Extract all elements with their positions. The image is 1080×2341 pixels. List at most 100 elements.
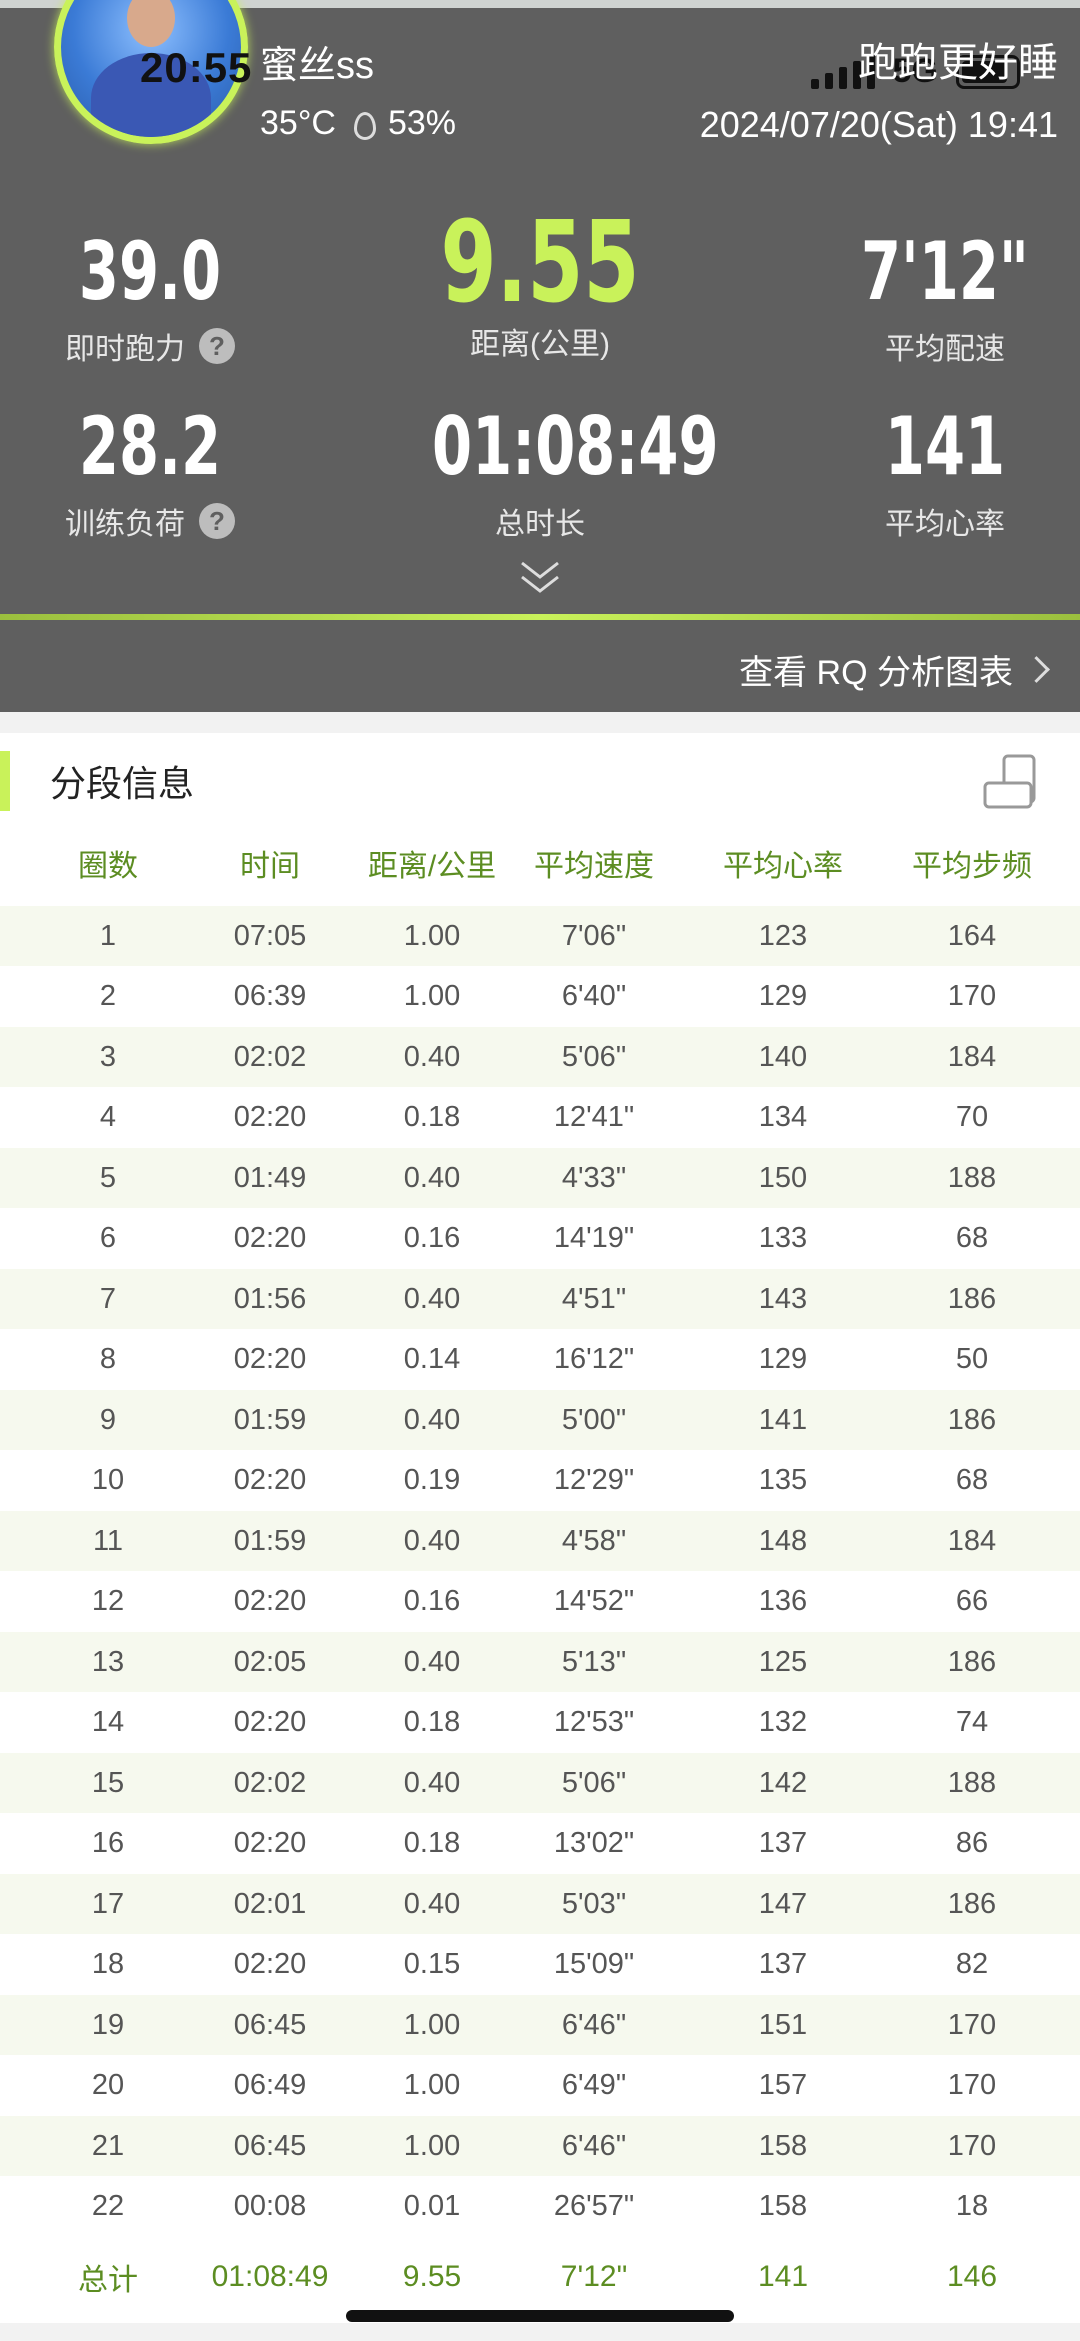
table-cell: 01:49 (233, 1161, 307, 1194)
table-cell: 150 (758, 1161, 808, 1194)
table-cell: 02:20 (233, 1827, 307, 1859)
table-cell: 147 (758, 1887, 808, 1920)
table-row: 1 07:05 1.00 7'06" 123 164 (0, 906, 1080, 966)
home-indicator[interactable] (346, 2310, 734, 2322)
table-cell: 13'02" (553, 1827, 635, 1859)
table-cell: 0.14 (403, 1343, 461, 1375)
table-cell: 12'41" (553, 1101, 635, 1133)
table-cell: 12'53" (553, 1706, 635, 1738)
run-summary-header: 20:55 5G 蜜丝ss 35°C 53% 跑跑更好睡 2024/07/20(… (0, 0, 1080, 712)
stat-value: 9.55 (440, 198, 640, 328)
table-cell: 15'09" (553, 1948, 635, 1980)
table-cell: 22 (91, 2190, 125, 2222)
chevron-right-icon (1023, 656, 1050, 683)
table-cell: 02:20 (233, 1222, 307, 1254)
table-row: 10 02:20 0.19 12'29" 135 68 (0, 1451, 1080, 1511)
table-cell: 9 (99, 1403, 117, 1436)
table-row: 3 02:02 0.40 5'06" 140 184 (0, 1027, 1080, 1087)
table-cell: 1.00 (403, 2069, 461, 2101)
column-header: 平均速度 (534, 850, 654, 883)
table-cell: 123 (758, 919, 808, 952)
title-accent-bar (0, 751, 10, 811)
table-cell: 0.40 (403, 1524, 461, 1557)
table-cell: 06:45 (233, 2008, 307, 2041)
splits-panel: 分段信息 圈数 时间 距离/公里 平均速度 平均心率 平均步频 1 07:05 1.… (0, 733, 1080, 2323)
table-cell: 146 (946, 2260, 998, 2293)
table-cell: 8 (99, 1343, 117, 1375)
table-cell: 02:05 (233, 1645, 307, 1678)
table-cell: 6'46" (561, 2129, 627, 2162)
rq-analysis-link[interactable]: 查看 RQ 分析图表 (739, 645, 1050, 694)
table-row: 14 02:20 0.18 12'53" 132 74 (0, 1693, 1080, 1753)
table-cell: 16'12" (553, 1343, 635, 1375)
column-header: 平均步频 (912, 850, 1032, 883)
chevron-down-double-icon[interactable] (518, 555, 562, 599)
table-cell: 21 (91, 2129, 125, 2162)
help-icon[interactable]: ? (199, 503, 235, 539)
header-divider (0, 614, 1080, 620)
table-cell: 143 (758, 1282, 808, 1315)
table-cell: 0.40 (403, 1645, 461, 1678)
table-cell: 02:20 (233, 1706, 307, 1738)
table-cell: 20 (91, 2069, 125, 2101)
table-cell: 70 (955, 1101, 989, 1133)
table-cell: 15 (91, 1766, 125, 1799)
table-row: 15 02:02 0.40 5'06" 142 188 (0, 1753, 1080, 1813)
run-datetime: 2024/07/20(Sat) 19:41 (699, 104, 1058, 145)
table-header: 圈数 时间 距离/公里 平均速度 平均心率 平均步频 (0, 833, 1080, 893)
table-row: 7 01:56 0.40 4'51" 143 186 (0, 1269, 1080, 1329)
table-cell: 14 (91, 1706, 125, 1738)
table-row: 6 02:20 0.16 14'19" 133 68 (0, 1209, 1080, 1269)
table-cell: 4'51" (561, 1282, 627, 1315)
stat-training-load: 28.2 训练负荷 ? (40, 400, 260, 543)
table-cell: 74 (955, 1706, 989, 1738)
table-cell: 170 (947, 980, 997, 1012)
table-cell: 06:39 (233, 980, 307, 1012)
table-cell: 1.00 (403, 2008, 461, 2041)
table-cell: 16 (91, 1827, 125, 1859)
stat-label: 平均配速 (885, 333, 1005, 366)
stat-value: 01:08:49 (432, 400, 719, 493)
table-cell: 5'13" (561, 1645, 627, 1678)
table-cell: 11 (92, 1524, 124, 1557)
table-cell: 0.16 (403, 1222, 461, 1254)
table-cell: 184 (947, 1524, 997, 1557)
table-cell: 5'06" (561, 1766, 627, 1799)
table-cell: 19 (91, 2008, 125, 2041)
table-cell: 12 (91, 1585, 125, 1617)
splits-title: 分段信息 (0, 751, 194, 811)
table-cell: 170 (947, 2008, 997, 2041)
table-cell: 186 (947, 1887, 997, 1920)
table-cell: 3 (99, 1040, 117, 1073)
table-cell: 01:59 (233, 1403, 307, 1436)
column-header: 平均心率 (723, 850, 843, 883)
table-cell: 188 (947, 1161, 997, 1194)
table-cell: 13 (91, 1645, 125, 1678)
table-cell: 140 (758, 1040, 808, 1073)
droplet-icon (353, 111, 376, 140)
total-row: 总计 01:08:49 9.55 7'12" 141 146 (0, 2247, 1080, 2307)
table-cell: 133 (758, 1222, 808, 1254)
table-cell: 0.01 (403, 2190, 461, 2222)
table-cell: 142 (758, 1766, 808, 1799)
rq-analysis-label: 查看 RQ 分析图表 (739, 654, 1013, 692)
table-cell: 1.00 (403, 919, 461, 952)
table-cell: 01:59 (233, 1524, 307, 1557)
table-cell: 02:01 (233, 1887, 307, 1920)
table-cell: 151 (758, 2008, 808, 2041)
table-cell: 0.18 (403, 1827, 461, 1859)
table-cell: 5'03" (561, 1887, 627, 1920)
table-row: 16 02:20 0.18 13'02" 137 86 (0, 1814, 1080, 1874)
table-cell: 82 (955, 1948, 989, 1980)
table-cell: 188 (947, 1766, 997, 1799)
expand-device-icon[interactable] (982, 753, 1040, 811)
table-cell: 02:02 (233, 1040, 307, 1073)
table-row: 21 06:45 1.00 6'46" 158 170 (0, 2116, 1080, 2176)
table-row: 12 02:20 0.16 14'52" 136 66 (0, 1572, 1080, 1632)
table-cell: 129 (758, 1343, 808, 1375)
table-cell: 0.19 (403, 1464, 461, 1496)
stat-total-time: 01:08:49 总时长 (390, 400, 719, 543)
table-cell: 0.18 (403, 1706, 461, 1738)
table-cell: 6'49" (561, 2069, 627, 2101)
help-icon[interactable]: ? (199, 328, 235, 364)
